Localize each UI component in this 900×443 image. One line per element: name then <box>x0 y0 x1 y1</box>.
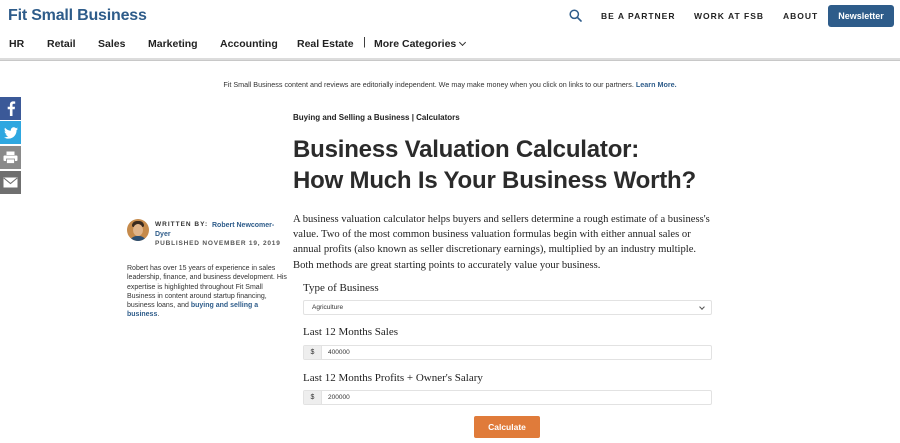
nav-separator: | <box>363 36 366 48</box>
nav-accounting[interactable]: Accounting <box>220 38 278 50</box>
nav-retail[interactable]: Retail <box>47 38 76 50</box>
page-title: Business Valuation Calculator: How Much … <box>293 134 853 196</box>
nav-real-estate[interactable]: Real Estate <box>297 38 354 50</box>
twitter-share-button[interactable] <box>0 121 21 144</box>
email-share-button[interactable] <box>0 171 21 194</box>
author-avatar <box>127 219 149 241</box>
sales-input[interactable]: $ 400000 <box>303 345 712 360</box>
be-a-partner-link[interactable]: BE A PARTNER <box>601 11 676 21</box>
nav-hr[interactable]: HR <box>9 38 24 50</box>
nav-divider <box>0 58 900 61</box>
more-categories-label: More Categories <box>374 38 457 50</box>
facebook-share-button[interactable] <box>0 97 21 120</box>
nav-sales[interactable]: Sales <box>98 38 125 50</box>
type-of-business-select[interactable]: Agriculture <box>303 300 712 315</box>
type-of-business-label: Type of Business <box>303 282 379 294</box>
breadcrumb[interactable]: Buying and Selling a Business | Calculat… <box>293 113 460 122</box>
print-icon <box>3 151 18 164</box>
chevron-down-icon <box>459 38 467 47</box>
sales-value: 400000 <box>328 349 350 356</box>
nav-more-categories[interactable]: More Categories <box>374 38 467 50</box>
chevron-down-icon <box>699 304 705 310</box>
calculate-button[interactable]: Calculate <box>474 416 540 438</box>
sales-label: Last 12 Months Sales <box>303 326 399 338</box>
currency-addon: $ <box>304 346 322 359</box>
article-intro: A business valuation calculator helps bu… <box>293 214 710 271</box>
nav-marketing[interactable]: Marketing <box>148 38 198 50</box>
search-icon[interactable] <box>569 9 582 22</box>
about-link[interactable]: ABOUT <box>783 11 818 21</box>
published-date: PUBLISHED NOVEMBER 19, 2019 <box>155 240 281 247</box>
select-value: Agriculture <box>312 304 344 311</box>
profits-input[interactable]: $ 200000 <box>303 390 712 405</box>
work-at-fsb-link[interactable]: WORK AT FSB <box>694 11 764 21</box>
author-name-link[interactable]: Robert Newcomer-Dyer <box>155 221 285 239</box>
profits-value: 200000 <box>328 394 350 401</box>
currency-addon: $ <box>304 391 322 404</box>
title-line-2: How Much Is Your Business Worth? <box>293 167 696 194</box>
email-icon <box>3 177 18 188</box>
print-button[interactable] <box>0 146 21 169</box>
author-bio: Robert has over 15 years of experience i… <box>127 264 287 320</box>
facebook-icon <box>7 101 15 116</box>
title-line-1: Business Valuation Calculator: <box>293 136 640 163</box>
learn-more-link[interactable]: Learn More. <box>636 80 677 89</box>
editorial-disclosure: Fit Small Business content and reviews a… <box>0 80 900 89</box>
newsletter-button[interactable]: Newsletter <box>828 5 894 27</box>
site-logo[interactable]: Fit Small Business <box>8 7 147 25</box>
bio-end: . <box>157 311 160 319</box>
disclosure-text: Fit Small Business content and reviews a… <box>223 80 636 89</box>
twitter-icon <box>3 126 18 139</box>
profits-label: Last 12 Months Profits + Owner's Salary <box>303 372 483 384</box>
